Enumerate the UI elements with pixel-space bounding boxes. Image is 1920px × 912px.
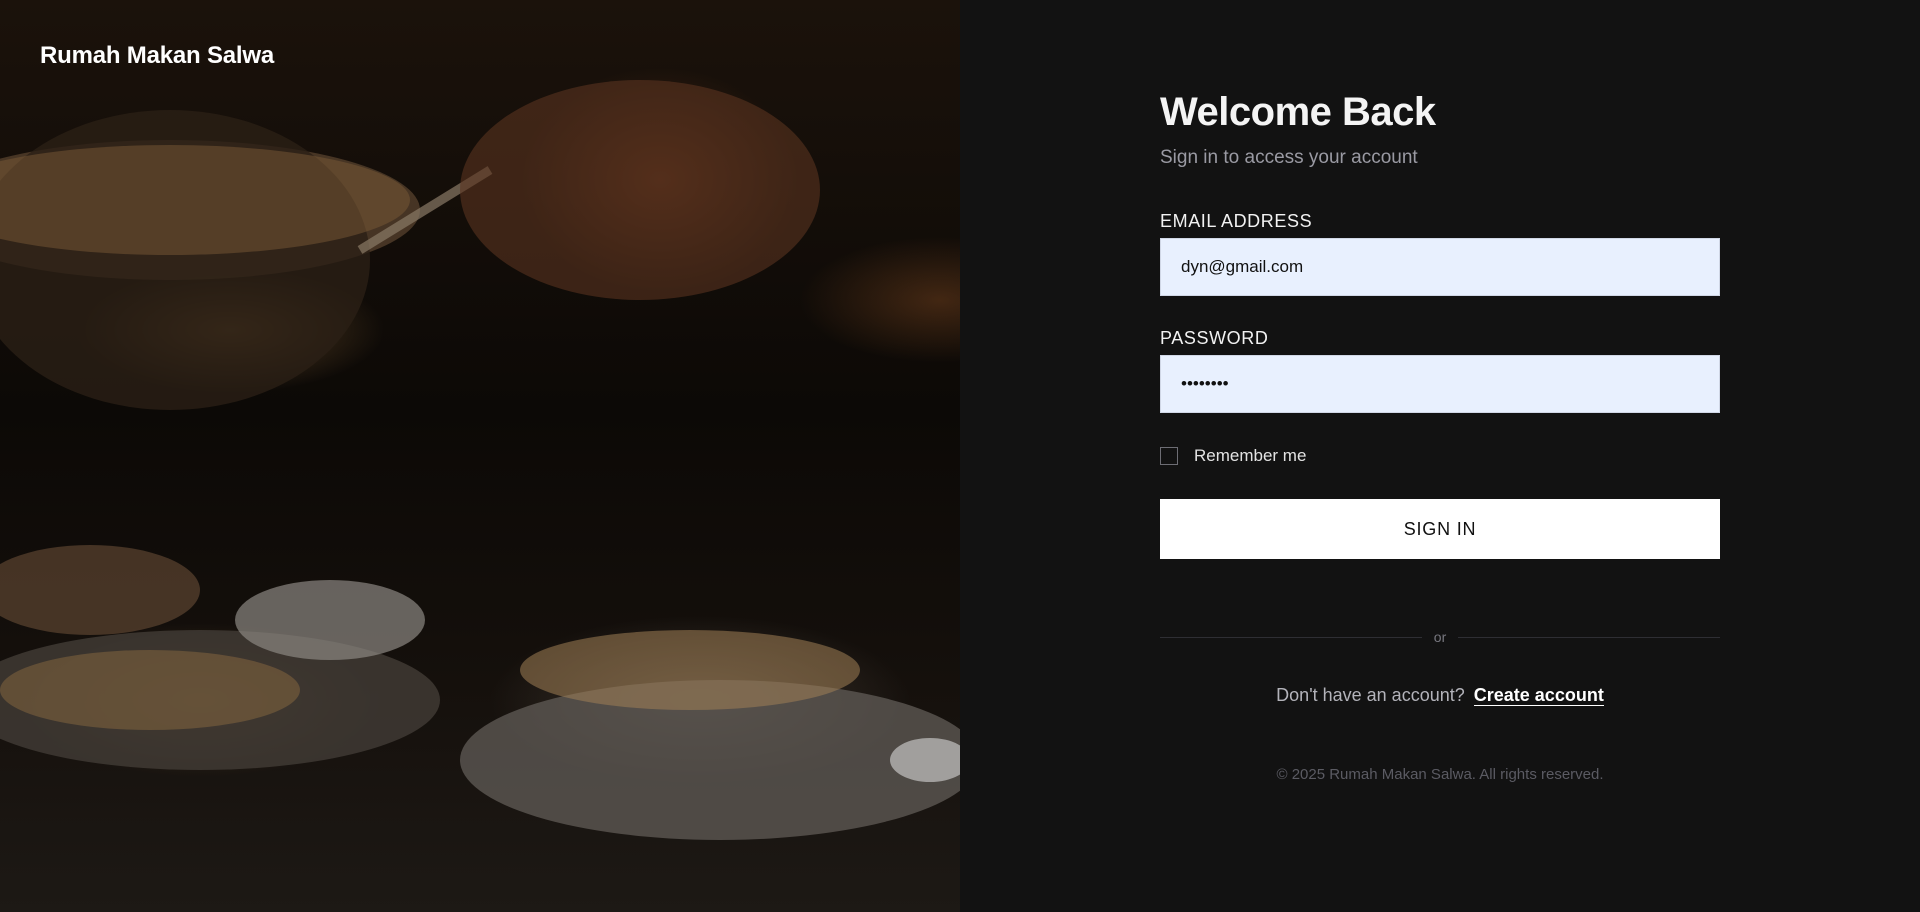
password-label: PASSWORD <box>1160 328 1269 348</box>
copyright-text: © 2025 Rumah Makan Salwa. All rights res… <box>1276 766 1604 783</box>
create-account-link[interactable]: Create account <box>1473 685 1604 706</box>
password-field[interactable] <box>1160 355 1720 413</box>
remember-me-row[interactable]: Remember me <box>1160 446 1720 466</box>
login-form: Welcome Back Sign in to access your acco… <box>1160 90 1721 783</box>
page-title: Welcome Back <box>1160 90 1436 134</box>
divider-line-right <box>1458 636 1721 638</box>
signup-prompt: Don't have an account? <box>1276 685 1465 705</box>
divider-line-left <box>1160 636 1422 638</box>
login-panel: Welcome Back Sign in to access your acco… <box>960 0 1920 912</box>
email-field[interactable] <box>1160 238 1720 296</box>
login-page: Rumah Makan Salwa Welcome Back Sign in t… <box>0 0 1920 912</box>
brand-logo: Rumah Makan Salwa <box>40 42 275 69</box>
remember-me-label: Remember me <box>1194 446 1307 465</box>
remember-me-checkbox[interactable] <box>1160 447 1178 465</box>
page-subtitle: Sign in to access your account <box>1160 147 1418 168</box>
sign-in-button[interactable]: SIGN IN <box>1160 499 1720 559</box>
hero-image-panel: Rumah Makan Salwa <box>0 0 960 912</box>
signup-prompt-row: Don't have an account? Create account <box>1160 685 1720 706</box>
divider-text: or <box>1433 629 1447 645</box>
food-photo <box>0 80 960 840</box>
email-label: EMAIL ADDRESS <box>1160 211 1313 231</box>
or-divider: or <box>1160 629 1721 645</box>
